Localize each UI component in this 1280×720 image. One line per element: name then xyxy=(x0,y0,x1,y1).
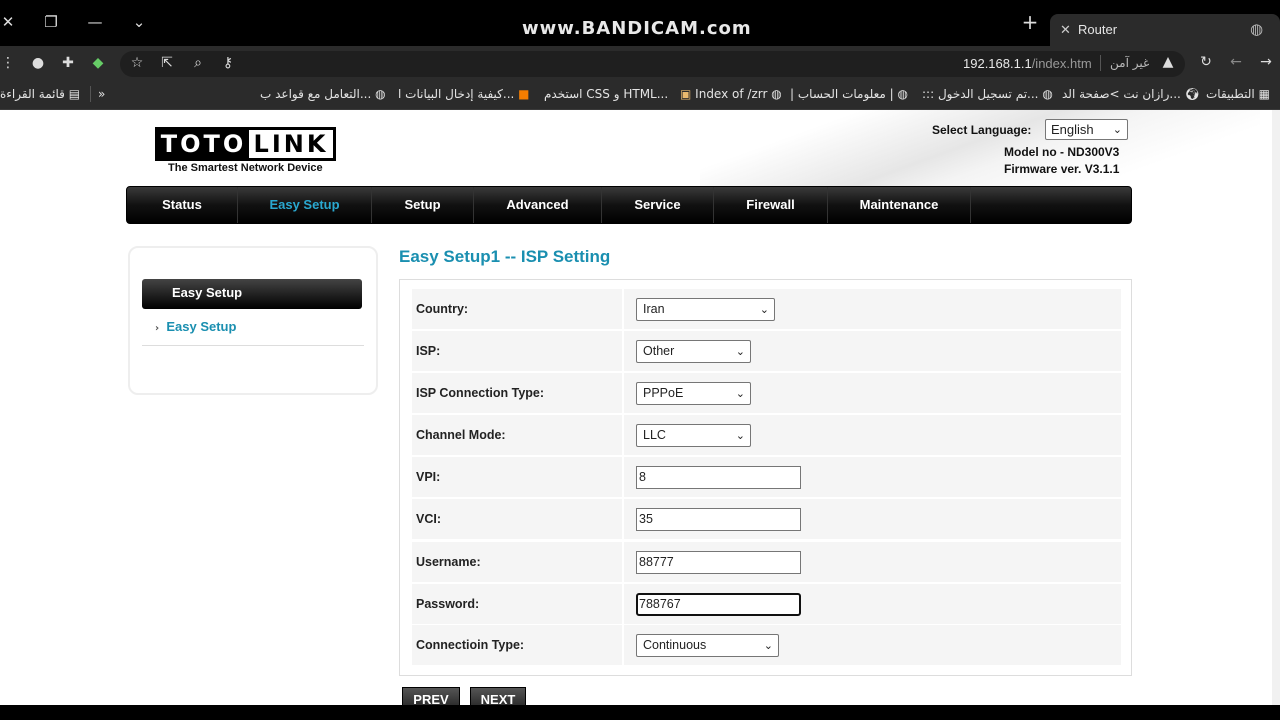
back-icon[interactable]: → xyxy=(1256,54,1276,70)
share-icon[interactable]: ⇱ xyxy=(157,55,177,71)
chevron-down-icon: ⌄ xyxy=(735,429,745,442)
close-window-icon[interactable]: ✕ xyxy=(0,10,20,34)
extension-colorful-icon[interactable]: ◆ xyxy=(88,55,108,71)
row-isp: ISP: Other ⌄ xyxy=(412,331,1121,371)
row-vci: VCI: 35 xyxy=(412,499,1121,539)
bookmark-data-entry[interactable]: كيفية إدخال البيانات ا... ■ xyxy=(398,87,530,101)
apps-grid-icon: ▦ xyxy=(1258,87,1270,101)
country-select[interactable]: Iran ⌄ xyxy=(636,298,775,321)
chevron-right-icon: › xyxy=(155,323,160,334)
new-tab-icon[interactable]: + xyxy=(1018,10,1042,34)
page-scrollbar[interactable] xyxy=(1272,110,1280,705)
blogger-icon: ■ xyxy=(518,87,530,101)
extensions-icon[interactable]: ✚ xyxy=(58,55,78,71)
tab-title: Router xyxy=(1078,22,1118,37)
screen-bottom-bar xyxy=(0,705,1280,720)
tab-search-chevron-icon[interactable]: ⌄ xyxy=(127,10,151,34)
key-icon[interactable]: ⚷ xyxy=(218,55,238,71)
select-language-label: Select Language: xyxy=(932,123,1032,137)
bookmarks-divider xyxy=(90,86,91,102)
tab-close-icon[interactable]: ✕ xyxy=(1060,22,1071,38)
nav-service[interactable]: Service xyxy=(602,187,714,223)
bookmark-apps[interactable]: التطبيقات ▦ xyxy=(1206,87,1270,101)
main-nav: Status Easy Setup Setup Advanced Service… xyxy=(126,186,1132,224)
bookmark-index[interactable]: ▣ Index of /zrr ◍ xyxy=(680,87,782,101)
restore-window-icon[interactable]: ❐ xyxy=(39,10,63,34)
chevron-down-icon: ⌄ xyxy=(735,387,745,400)
nav-easy-setup[interactable]: Easy Setup xyxy=(238,187,372,223)
bandicam-watermark: www.BANDICAM.com xyxy=(522,18,752,39)
firmware-version: Firmware ver. V3.1.1 xyxy=(1004,162,1120,176)
warning-icon[interactable]: ▲ xyxy=(1158,54,1178,70)
sidebar-heading: Easy Setup xyxy=(142,279,362,309)
bookmark-razan[interactable]: رازان نت >صفحة الد... 🌍︎ xyxy=(1062,87,1200,101)
nav-maintenance[interactable]: Maintenance xyxy=(828,187,971,223)
url-divider xyxy=(1100,55,1101,71)
zoom-icon[interactable]: ⌕ xyxy=(188,55,208,71)
page-title: Easy Setup1 -- ISP Setting xyxy=(399,247,611,266)
earth-icon: 🌍︎ xyxy=(1184,87,1200,101)
chevron-down-icon: ⌄ xyxy=(763,639,773,652)
sidebar-divider xyxy=(142,345,364,346)
chevron-down-icon: ⌄ xyxy=(759,303,769,316)
nav-advanced[interactable]: Advanced xyxy=(474,187,602,223)
minimize-window-icon[interactable]: — xyxy=(83,10,107,34)
browser-tab[interactable]: ✕ Router ◍ xyxy=(1050,14,1280,46)
reload-icon[interactable]: ↻ xyxy=(1196,54,1216,70)
tagline: The Smartest Network Device xyxy=(168,162,323,174)
globe-icon: ◍ xyxy=(771,87,782,101)
bookmark-css-html[interactable]: استخدم CSS و HTML... xyxy=(544,87,668,101)
totolink-logo: TOTO LINK xyxy=(155,127,336,161)
row-connection-type: Connectioin Type: Continuous ⌄ xyxy=(412,625,1121,665)
globe-icon: ◍ xyxy=(897,87,909,101)
row-isp-connection-type: ISP Connection Type: PPPoE ⌄ xyxy=(412,373,1121,413)
profile-icon[interactable]: ● xyxy=(28,55,48,71)
bookmark-database[interactable]: التعامل مع قواعد ب... ◍ xyxy=(260,87,386,101)
model-number: Model no - ND300V3 xyxy=(1004,145,1120,159)
bookmark-star-icon[interactable]: ☆ xyxy=(127,55,147,71)
globe-icon: ◍ xyxy=(375,87,386,101)
vpi-input[interactable]: 8 xyxy=(636,466,801,489)
row-username: Username: 88777 xyxy=(412,542,1121,582)
menu-dots-icon[interactable]: ⋮ xyxy=(0,55,18,71)
nav-setup[interactable]: Setup xyxy=(372,187,474,223)
row-country: Country: Iran ⌄ xyxy=(412,289,1121,329)
row-channel-mode: Channel Mode: LLC ⌄ xyxy=(412,415,1121,455)
username-input[interactable]: 88777 xyxy=(636,551,801,574)
nav-firewall[interactable]: Firewall xyxy=(714,187,828,223)
isp-connection-type-select[interactable]: PPPoE ⌄ xyxy=(636,382,751,405)
bookmarks-overflow-icon[interactable]: » xyxy=(98,87,105,101)
url-path: /index.htm xyxy=(1031,56,1092,71)
vci-input[interactable]: 35 xyxy=(636,508,801,531)
chevron-down-icon: ⌄ xyxy=(1112,123,1122,136)
reading-list-icon: ▤ xyxy=(68,87,81,101)
not-secure-label[interactable]: غير آمن xyxy=(1110,56,1149,70)
password-input[interactable]: 788767 xyxy=(636,593,801,616)
bookmark-login[interactable]: ::: تم تسجيل الدخول... ◍ xyxy=(922,87,1053,101)
forward-icon[interactable]: ← xyxy=(1226,54,1246,70)
url-text[interactable]: 192.168.1.1/index.htm xyxy=(963,56,1092,71)
language-select[interactable]: English ⌄ xyxy=(1045,119,1128,140)
row-vpi: VPI: 8 xyxy=(412,457,1121,497)
channel-mode-select[interactable]: LLC ⌄ xyxy=(636,424,751,447)
reading-list[interactable]: قائمة القراءة ▤ xyxy=(0,87,80,101)
folder-icon: ▣ xyxy=(680,87,692,101)
url-host: 192.168.1.1 xyxy=(963,56,1032,71)
nav-status[interactable]: Status xyxy=(127,187,238,223)
row-password: Password: 788767 xyxy=(412,584,1121,624)
sidebar-item-easy-setup[interactable]: › Easy Setup xyxy=(155,319,236,334)
globe-icon: ◍ xyxy=(1250,20,1264,38)
bookmark-account[interactable]: | معلومات الحساب | ◍ xyxy=(790,87,908,101)
globe-icon: ◍ xyxy=(1042,87,1053,101)
connection-type-select[interactable]: Continuous ⌄ xyxy=(636,634,779,657)
chevron-down-icon: ⌄ xyxy=(735,345,745,358)
isp-select[interactable]: Other ⌄ xyxy=(636,340,751,363)
